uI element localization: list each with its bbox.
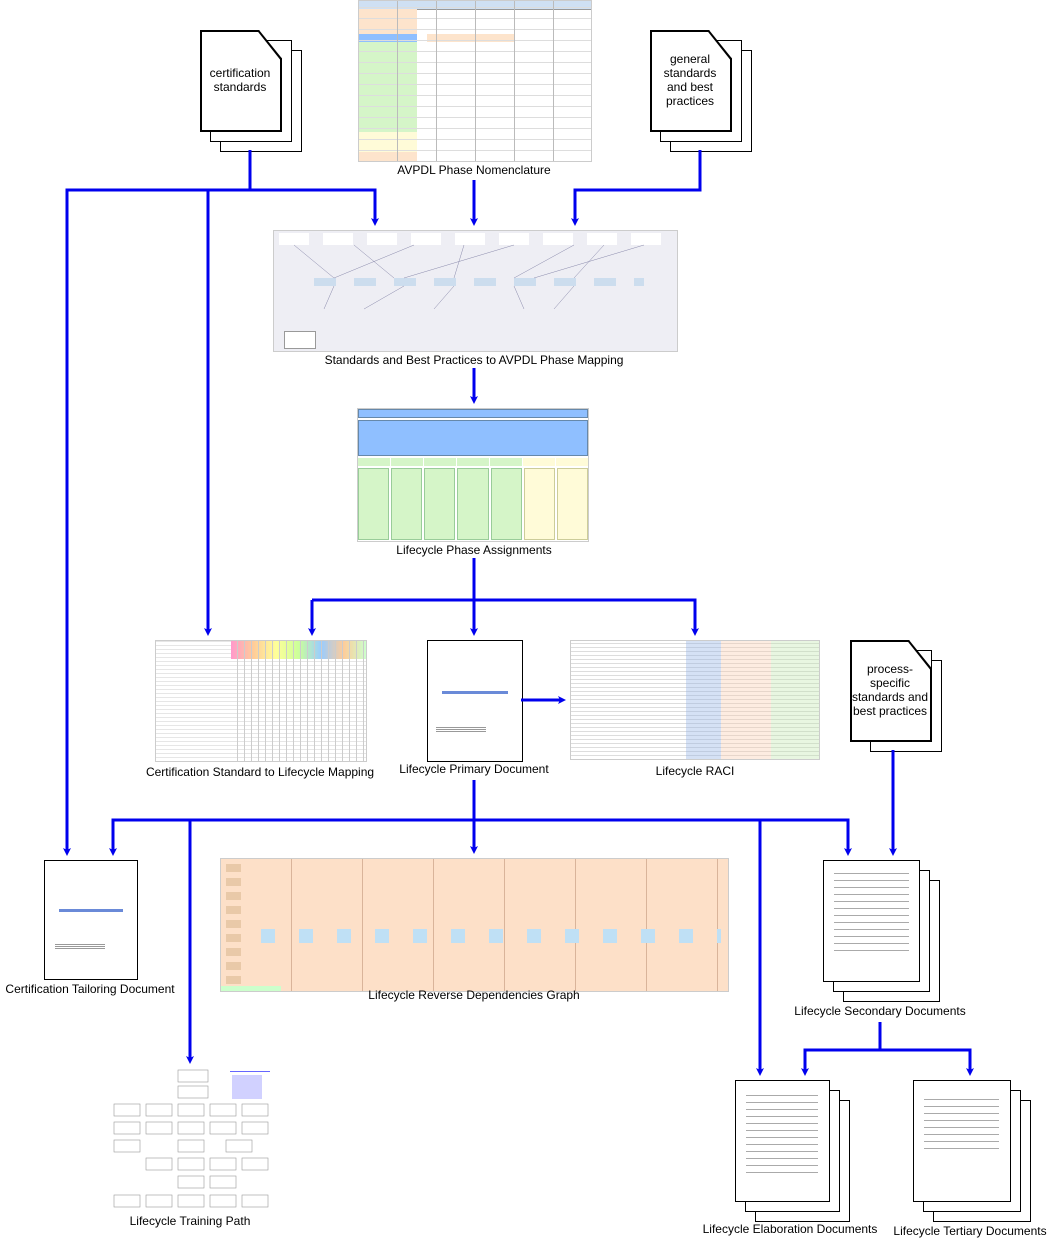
reverse-dependencies-graph-label: Lifecycle Reverse Dependencies Graph: [368, 988, 580, 1002]
connector-arrows: [63, 150, 974, 1076]
cert-standard-mapping-thumbnail[interactable]: [155, 640, 367, 762]
lifecycle-secondary-documents-label: Lifecycle Secondary Documents: [794, 1004, 966, 1018]
process-specific-standards-label: process-specific standards and best prac…: [851, 662, 929, 718]
arrow: [111, 818, 852, 856]
arrow: [571, 150, 702, 226]
standards-mapping-thumbnail[interactable]: [273, 230, 678, 352]
certification-standards-label: certification standards: [209, 66, 271, 94]
arrow: [250, 188, 379, 226]
certification-tailoring-document-label: Certification Tailoring Document: [5, 982, 175, 996]
lifecycle-tertiary-documents-label: Lifecycle Tertiary Documents: [893, 1224, 1047, 1238]
arrow: [801, 1022, 882, 1076]
cert-standard-mapping-label: Certification Standard to Lifecycle Mapp…: [145, 765, 375, 779]
lifecycle-training-path-thumbnail[interactable]: [110, 1068, 282, 1210]
avpdl-phase-nomenclature-label: AVPDL Phase Nomenclature: [397, 163, 551, 177]
lifecycle-primary-document-label: Lifecycle Primary Document: [399, 762, 549, 776]
lifecycle-phase-assignments-label: Lifecycle Phase Assignments: [396, 543, 552, 557]
avpdl-phase-nomenclature-thumbnail[interactable]: [358, 0, 592, 162]
arrow: [312, 598, 699, 636]
arrow: [880, 1048, 974, 1076]
standards-mapping-label: Standards and Best Practices to AVPDL Ph…: [324, 353, 624, 367]
lifecycle-phase-assignments-thumbnail[interactable]: [357, 408, 589, 542]
lifecycle-elaboration-documents-label: Lifecycle Elaboration Documents: [702, 1222, 878, 1236]
elaboration-document-front-page[interactable]: [735, 1080, 830, 1202]
reverse-dependencies-graph-thumbnail[interactable]: [220, 858, 729, 992]
general-standards-label: general standards and best practices: [663, 52, 717, 108]
lifecycle-training-path-label: Lifecycle Training Path: [129, 1214, 251, 1228]
tertiary-document-front-page[interactable]: [913, 1080, 1011, 1202]
certification-tailoring-document-page[interactable]: [44, 860, 138, 980]
lifecycle-raci-thumbnail[interactable]: [570, 640, 820, 760]
lifecycle-primary-document-page[interactable]: [427, 640, 523, 762]
secondary-document-front-page[interactable]: [823, 860, 920, 982]
lifecycle-raci-label: Lifecycle RACI: [655, 764, 735, 778]
diagram-canvas: certification standards general standard…: [0, 0, 1061, 1243]
